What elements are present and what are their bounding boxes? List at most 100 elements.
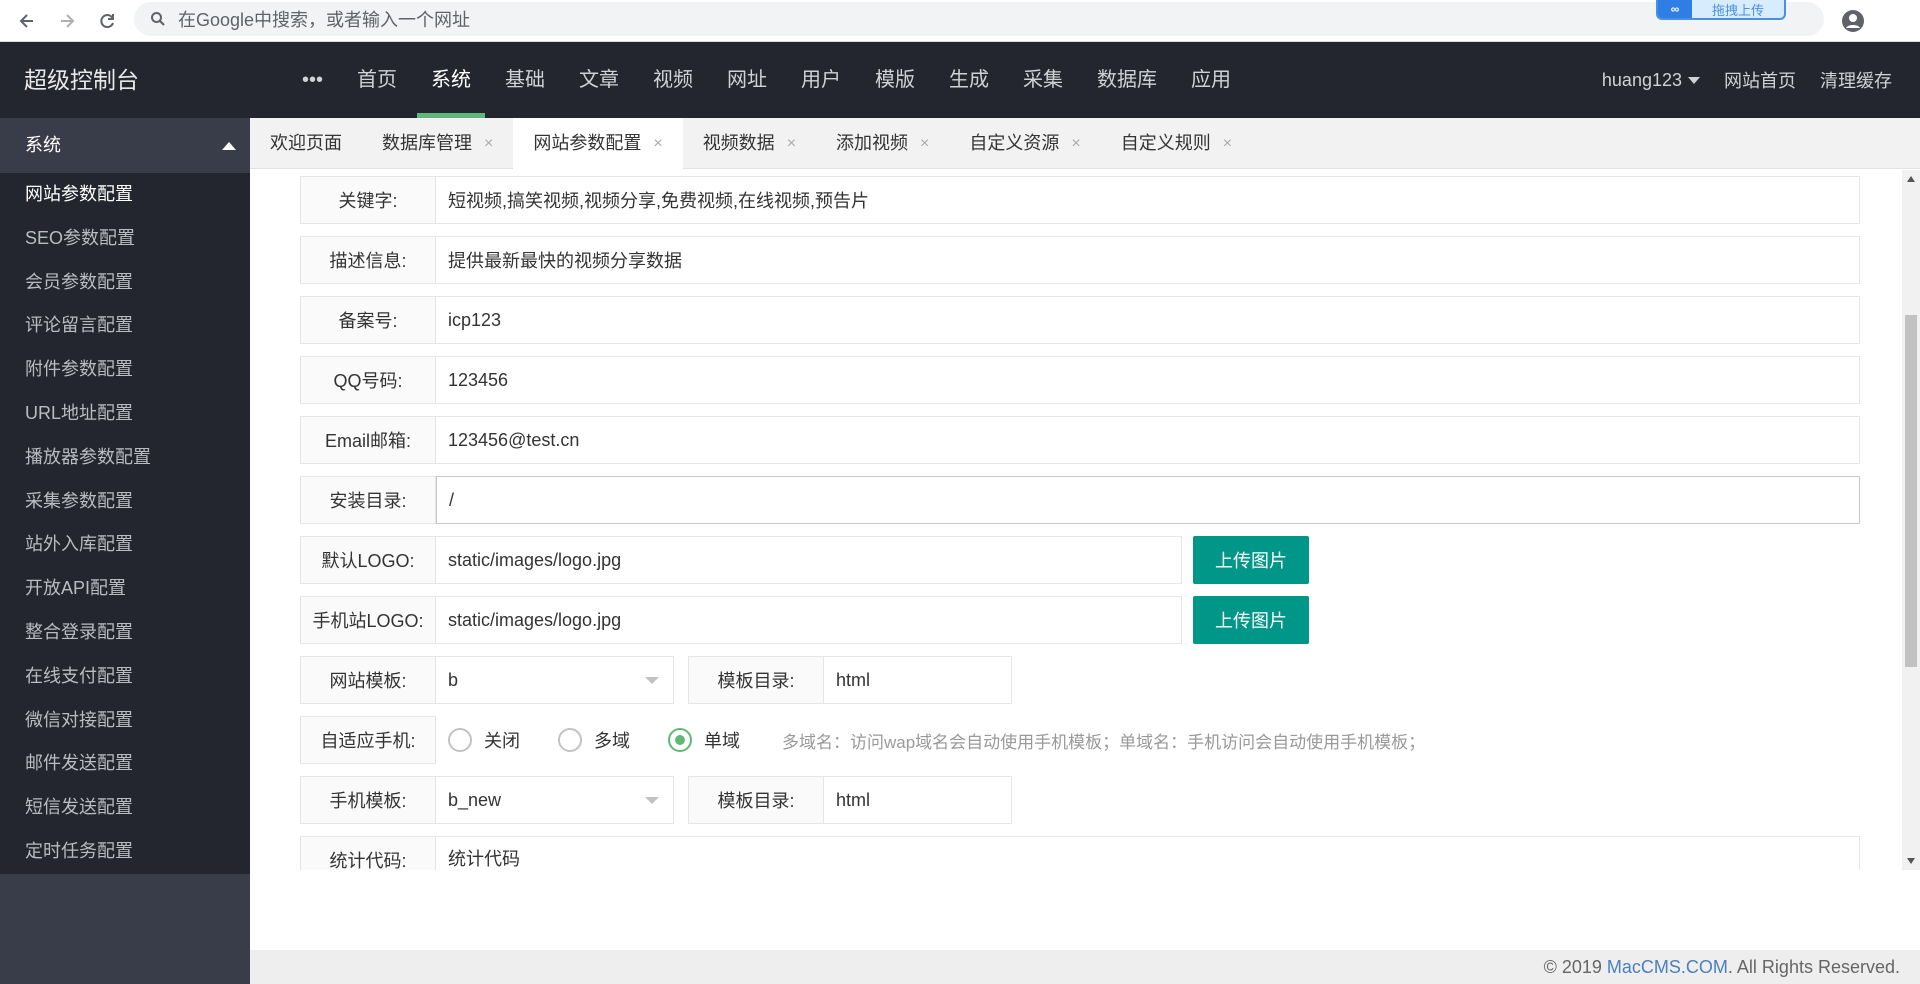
sidebar: 系统 网站参数配置 SEO参数配置 会员参数配置 评论留言配置 附件参数配置 U… bbox=[0, 118, 250, 984]
icp-input[interactable]: icp123 bbox=[436, 296, 1860, 344]
forward-arrow-icon[interactable] bbox=[52, 6, 82, 36]
nav-item-basic[interactable]: 基础 bbox=[491, 42, 559, 118]
upload-mobile-logo-button[interactable]: 上传图片 bbox=[1193, 596, 1309, 644]
keywords-input[interactable]: 短视频,搞笑视频,视频分享,免费视频,在线视频,预告片 bbox=[436, 176, 1860, 224]
row-logo: 默认LOGO: static/images/logo.jpg 上传图片 bbox=[300, 536, 1309, 584]
row-adaptive: 自适应手机: 关闭 多域 单域 多域名：访问wap域名会自动使用手机模板；单域名… bbox=[300, 716, 1425, 764]
nav-item-website[interactable]: 网址 bbox=[713, 42, 781, 118]
reload-icon[interactable] bbox=[92, 6, 122, 36]
stats-code-textarea[interactable]: 统计代码 bbox=[436, 836, 1860, 870]
description-label: 描述信息: bbox=[300, 236, 436, 284]
install-dir-input[interactable]: / bbox=[436, 476, 1860, 524]
tab-welcome[interactable]: 欢迎页面 bbox=[250, 118, 362, 169]
mobile-template-select[interactable]: b_new bbox=[436, 776, 674, 824]
sidebar-item-api-config[interactable]: 开放API配置 bbox=[0, 567, 250, 611]
sidebar-item-player-config[interactable]: 播放器参数配置 bbox=[0, 436, 250, 480]
radio-multi-domain[interactable]: 多域 bbox=[558, 727, 630, 753]
config-form: 关键字: 短视频,搞笑视频,视频分享,免费视频,在线视频,预告片 描述信息: 提… bbox=[250, 170, 1902, 870]
header-actions: huang123 网站首页 清理缓存 bbox=[1578, 42, 1892, 118]
mobile-template-value: b_new bbox=[448, 789, 502, 810]
extension-label: 拖拽上传 bbox=[1711, 2, 1764, 18]
close-icon[interactable]: × bbox=[920, 118, 929, 169]
template-label: 网站模板: bbox=[300, 656, 436, 704]
sidebar-item-url-config[interactable]: URL地址配置 bbox=[0, 392, 250, 436]
radio-circle-icon bbox=[558, 728, 582, 752]
footer-link[interactable]: MacCMS.COM bbox=[1607, 957, 1728, 978]
description-input[interactable]: 提供最新最快的视频分享数据 bbox=[436, 236, 1860, 284]
install-dir-label: 安装目录: bbox=[300, 476, 436, 524]
sidebar-item-site-config[interactable]: 网站参数配置 bbox=[0, 173, 250, 217]
logo-input[interactable]: static/images/logo.jpg bbox=[436, 536, 1182, 584]
radio-single-domain[interactable]: 单域 bbox=[668, 727, 740, 753]
nav-item-database[interactable]: 数据库 bbox=[1083, 42, 1171, 118]
nav-item-apps[interactable]: 应用 bbox=[1177, 42, 1245, 118]
row-mobile-logo: 手机站LOGO: static/images/logo.jpg 上传图片 bbox=[300, 596, 1309, 644]
content-scrollbar[interactable] bbox=[1902, 170, 1920, 870]
nav-item-video[interactable]: 视频 bbox=[639, 42, 707, 118]
chevron-down-icon bbox=[645, 676, 659, 684]
email-input[interactable]: 123456@test.cn bbox=[436, 416, 1860, 464]
template-dir-input[interactable]: html bbox=[824, 656, 1012, 704]
tab-label: 自定义规则 bbox=[1120, 133, 1211, 153]
nav-item-template[interactable]: 模版 bbox=[861, 42, 929, 118]
sidebar-item-member-config[interactable]: 会员参数配置 bbox=[0, 261, 250, 305]
row-qq: QQ号码: 123456 bbox=[300, 356, 1860, 404]
user-menu[interactable]: huang123 bbox=[1602, 70, 1700, 91]
close-icon[interactable]: × bbox=[1071, 118, 1080, 169]
tab-label: 自定义资源 bbox=[969, 133, 1060, 153]
close-icon[interactable]: × bbox=[1223, 118, 1232, 169]
back-arrow-icon[interactable] bbox=[12, 6, 42, 36]
sidebar-item-comment-config[interactable]: 评论留言配置 bbox=[0, 304, 250, 348]
nav-item-collect[interactable]: 采集 bbox=[1009, 42, 1077, 118]
tab-video-data[interactable]: 视频数据 × bbox=[683, 118, 816, 169]
sidebar-item-sms-config[interactable]: 短信发送配置 bbox=[0, 786, 250, 830]
sidebar-item-email-config[interactable]: 邮件发送配置 bbox=[0, 742, 250, 786]
mobile-template-dir-input[interactable]: html bbox=[824, 776, 1012, 824]
tab-custom-resource[interactable]: 自定义资源 × bbox=[949, 118, 1100, 169]
close-icon[interactable]: × bbox=[653, 118, 662, 169]
tab-custom-rule[interactable]: 自定义规则 × bbox=[1101, 118, 1252, 169]
nav-item-home[interactable]: 首页 bbox=[343, 42, 411, 118]
nav-item-user[interactable]: 用户 bbox=[787, 42, 855, 118]
sidebar-item-import-config[interactable]: 站外入库配置 bbox=[0, 523, 250, 567]
scroll-down-arrow-icon[interactable] bbox=[1907, 858, 1915, 864]
tab-database[interactable]: 数据库管理 × bbox=[362, 118, 513, 169]
tab-site-config[interactable]: 网站参数配置 × bbox=[513, 118, 683, 169]
nav-more[interactable]: ••• bbox=[288, 42, 337, 118]
row-template: 网站模板: b 模板目录: html bbox=[300, 656, 1012, 704]
sidebar-item-login-config[interactable]: 整合登录配置 bbox=[0, 611, 250, 655]
footer-rights: . All Rights Reserved. bbox=[1727, 956, 1900, 977]
address-bar[interactable]: 在Google中搜索，或者输入一个网址 bbox=[134, 2, 1824, 36]
scroll-up-arrow-icon[interactable] bbox=[1907, 176, 1915, 182]
radio-off[interactable]: 关闭 bbox=[448, 727, 520, 753]
qq-input[interactable]: 123456 bbox=[436, 356, 1860, 404]
account-icon[interactable] bbox=[1838, 6, 1868, 36]
upload-logo-button[interactable]: 上传图片 bbox=[1193, 536, 1309, 584]
site-home-link[interactable]: 网站首页 bbox=[1724, 67, 1796, 93]
sidebar-item-attachment-config[interactable]: 附件参数配置 bbox=[0, 348, 250, 392]
template-select[interactable]: b bbox=[436, 656, 674, 704]
nav-item-generate[interactable]: 生成 bbox=[935, 42, 1003, 118]
tab-add-video[interactable]: 添加视频 × bbox=[816, 118, 949, 169]
mobile-logo-input[interactable]: static/images/logo.jpg bbox=[436, 596, 1182, 644]
brand-title: 超级控制台 bbox=[24, 67, 139, 93]
radio-label: 关闭 bbox=[484, 731, 520, 751]
qq-label: QQ号码: bbox=[300, 356, 436, 404]
adaptive-label: 自适应手机: bbox=[300, 716, 436, 764]
browser-toolbar: 在Google中搜索，或者输入一个网址 ∞ 拖拽上传 bbox=[0, 0, 1920, 42]
scrollbar-thumb[interactable] bbox=[1905, 315, 1917, 667]
close-icon[interactable]: × bbox=[787, 118, 796, 169]
sidebar-item-seo-config[interactable]: SEO参数配置 bbox=[0, 217, 250, 261]
sidebar-item-cron-config[interactable]: 定时任务配置 bbox=[0, 830, 250, 874]
nav-item-system[interactable]: 系统 bbox=[417, 42, 486, 118]
sidebar-item-collect-config[interactable]: 采集参数配置 bbox=[0, 480, 250, 524]
close-icon[interactable]: × bbox=[484, 118, 493, 169]
sidebar-item-wechat-config[interactable]: 微信对接配置 bbox=[0, 699, 250, 743]
clear-cache-link[interactable]: 清理缓存 bbox=[1820, 67, 1892, 93]
sidebar-item-payment-config[interactable]: 在线支付配置 bbox=[0, 655, 250, 699]
sidebar-section-header[interactable]: 系统 bbox=[0, 118, 250, 173]
row-description: 描述信息: 提供最新最快的视频分享数据 bbox=[300, 236, 1860, 284]
upload-extension-badge[interactable]: ∞ 拖拽上传 bbox=[1656, 0, 1786, 20]
nav-item-article[interactable]: 文章 bbox=[565, 42, 633, 118]
keywords-label: 关键字: bbox=[300, 176, 436, 224]
